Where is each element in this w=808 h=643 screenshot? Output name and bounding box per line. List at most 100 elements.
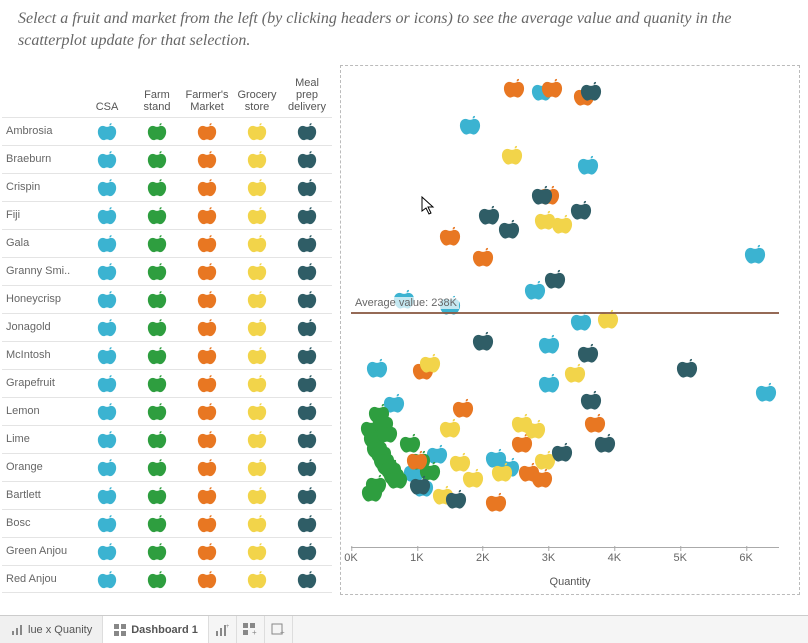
cell-honeycrisp-farmers_market[interactable] [182, 289, 232, 309]
data-point[interactable] [577, 342, 599, 367]
cell-bartlett-grocery_store[interactable] [232, 485, 282, 505]
row-label-ambrosia[interactable]: Ambrosia [2, 125, 82, 137]
cell-mcintosh-meal_prep[interactable] [282, 345, 332, 365]
col-header-meal-prep[interactable]: Mealprepdelivery [282, 77, 332, 117]
cell-grapefruit-csa[interactable] [82, 373, 132, 393]
data-point[interactable] [551, 213, 573, 238]
data-point[interactable] [594, 431, 616, 456]
cell-braeburn-grocery_store[interactable] [232, 149, 282, 169]
cell-braeburn-farmers_market[interactable] [182, 149, 232, 169]
row-label-mcintosh[interactable]: McIntosh [2, 349, 82, 361]
data-point[interactable] [485, 491, 507, 516]
cell-mcintosh-farm_stand[interactable] [132, 345, 182, 365]
col-header-grocery-store[interactable]: Grocerystore [232, 89, 282, 117]
cell-braeburn-farm_stand[interactable] [132, 149, 182, 169]
cell-redanjou-farmers_market[interactable] [182, 569, 232, 589]
row-label-lime[interactable]: Lime [2, 433, 82, 445]
cell-bartlett-csa[interactable] [82, 485, 132, 505]
col-header-farmers-market[interactable]: Farmer'sMarket [182, 89, 232, 117]
row-label-redanjou[interactable]: Red Anjou [2, 573, 82, 585]
row-label-gala[interactable]: Gala [2, 237, 82, 249]
col-header-csa[interactable]: CSA [82, 101, 132, 117]
cell-braeburn-meal_prep[interactable] [282, 149, 332, 169]
cell-orange-csa[interactable] [82, 457, 132, 477]
cell-crispin-grocery_store[interactable] [232, 177, 282, 197]
cell-fiji-farmers_market[interactable] [182, 205, 232, 225]
data-point[interactable] [524, 278, 546, 303]
cell-crispin-farm_stand[interactable] [132, 177, 182, 197]
data-point[interactable] [544, 268, 566, 293]
cell-lemon-grocery_store[interactable] [232, 401, 282, 421]
row-label-lemon[interactable]: Lemon [2, 405, 82, 417]
cell-jonagold-farm_stand[interactable] [132, 317, 182, 337]
cell-gala-farm_stand[interactable] [132, 233, 182, 253]
data-point[interactable] [439, 225, 461, 250]
cell-redanjou-farm_stand[interactable] [132, 569, 182, 589]
cell-lime-farm_stand[interactable] [132, 429, 182, 449]
row-label-crispin[interactable]: Crispin [2, 181, 82, 193]
cell-lime-meal_prep[interactable] [282, 429, 332, 449]
cell-grapefruit-farmers_market[interactable] [182, 373, 232, 393]
data-point[interactable] [409, 474, 431, 499]
cell-ambrosia-csa[interactable] [82, 121, 132, 141]
cell-grannysmi-farmers_market[interactable] [182, 261, 232, 281]
row-label-jonagold[interactable]: Jonagold [2, 321, 82, 333]
cell-honeycrisp-farm_stand[interactable] [132, 289, 182, 309]
row-label-grapefruit[interactable]: Grapefruit [2, 377, 82, 389]
data-point[interactable] [459, 114, 481, 139]
cell-ambrosia-farmers_market[interactable] [182, 121, 232, 141]
data-point[interactable] [439, 416, 461, 441]
cell-orange-grocery_store[interactable] [232, 457, 282, 477]
data-point[interactable] [472, 329, 494, 354]
cell-gala-farmers_market[interactable] [182, 233, 232, 253]
cell-lime-farmers_market[interactable] [182, 429, 232, 449]
cell-lime-grocery_store[interactable] [232, 429, 282, 449]
data-point[interactable] [361, 481, 383, 506]
cell-crispin-farmers_market[interactable] [182, 177, 232, 197]
cell-jonagold-grocery_store[interactable] [232, 317, 282, 337]
cell-bosc-grocery_store[interactable] [232, 513, 282, 533]
cell-lemon-csa[interactable] [82, 401, 132, 421]
cell-lime-csa[interactable] [82, 429, 132, 449]
new-dashboard-button[interactable]: + [237, 616, 265, 643]
new-worksheet-button[interactable]: + [209, 616, 237, 643]
cell-fiji-grocery_store[interactable] [232, 205, 282, 225]
cell-mcintosh-farmers_market[interactable] [182, 345, 232, 365]
cell-orange-farmers_market[interactable] [182, 457, 232, 477]
cell-greenanjou-meal_prep[interactable] [282, 541, 332, 561]
cell-greenanjou-csa[interactable] [82, 541, 132, 561]
cell-fiji-csa[interactable] [82, 205, 132, 225]
cell-redanjou-meal_prep[interactable] [282, 569, 332, 589]
row-label-fiji[interactable]: Fiji [2, 209, 82, 221]
cell-grannysmi-meal_prep[interactable] [282, 261, 332, 281]
cell-bosc-farm_stand[interactable] [132, 513, 182, 533]
data-point[interactable] [755, 381, 777, 406]
cell-redanjou-grocery_store[interactable] [232, 569, 282, 589]
cell-greenanjou-farmers_market[interactable] [182, 541, 232, 561]
cell-grannysmi-farm_stand[interactable] [132, 261, 182, 281]
cell-grapefruit-grocery_store[interactable] [232, 373, 282, 393]
data-point[interactable] [531, 183, 553, 208]
data-point[interactable] [406, 448, 428, 473]
cell-jonagold-csa[interactable] [82, 317, 132, 337]
cell-bartlett-meal_prep[interactable] [282, 485, 332, 505]
tab-dashboard-1[interactable]: Dashboard 1 [103, 616, 209, 643]
cell-fiji-meal_prep[interactable] [282, 205, 332, 225]
cell-grapefruit-meal_prep[interactable] [282, 373, 332, 393]
cell-jonagold-farmers_market[interactable] [182, 317, 232, 337]
cell-bosc-farmers_market[interactable] [182, 513, 232, 533]
cell-greenanjou-farm_stand[interactable] [132, 541, 182, 561]
cell-mcintosh-grocery_store[interactable] [232, 345, 282, 365]
cell-lemon-meal_prep[interactable] [282, 401, 332, 421]
data-point[interactable] [538, 372, 560, 397]
cell-gala-csa[interactable] [82, 233, 132, 253]
data-point[interactable] [577, 153, 599, 178]
row-label-bartlett[interactable]: Bartlett [2, 489, 82, 501]
data-point[interactable] [676, 357, 698, 382]
row-label-bosc[interactable]: Bosc [2, 517, 82, 529]
data-point[interactable] [744, 243, 766, 268]
cell-gala-meal_prep[interactable] [282, 233, 332, 253]
cell-greenanjou-grocery_store[interactable] [232, 541, 282, 561]
data-point[interactable] [570, 198, 592, 223]
cell-orange-meal_prep[interactable] [282, 457, 332, 477]
